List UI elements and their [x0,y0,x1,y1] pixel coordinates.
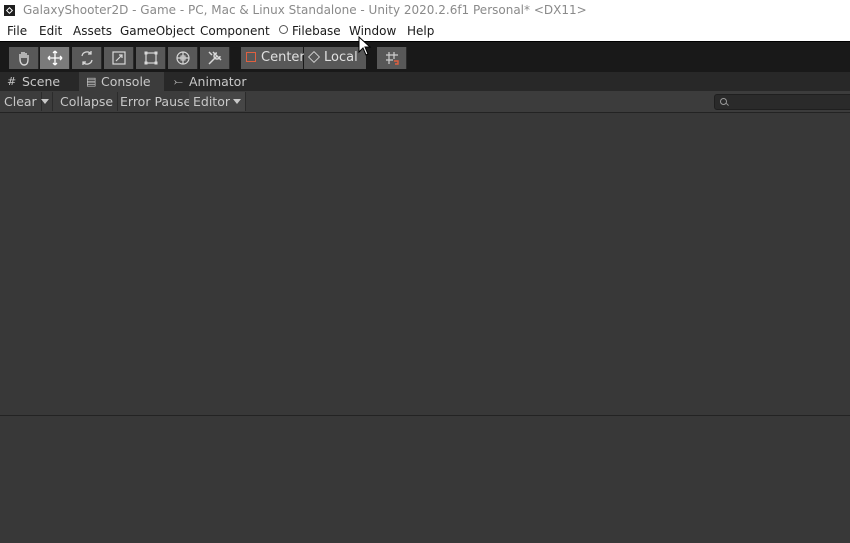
menu-help[interactable]: Help [407,24,434,38]
pivot-center-icon [246,52,256,62]
tab-animator-label: Animator [189,74,247,89]
chevron-down-icon [233,99,241,104]
chevron-down-icon [41,99,49,104]
editor-label: Editor [193,94,230,109]
menu-edit[interactable]: Edit [39,24,62,38]
move-icon [47,50,62,66]
pivot-mode-button[interactable]: Center [241,47,305,69]
clear-options-dropdown[interactable] [38,92,53,111]
console-icon: ▤ [86,75,97,88]
tab-scene-label: Scene [22,74,61,89]
main-toolbar: Center Local [0,41,850,73]
transform-tool-button[interactable] [168,47,198,69]
local-cube-icon [307,50,321,64]
console-detail-pane[interactable] [0,416,850,543]
filebase-icon [279,25,288,34]
scale-icon [111,51,126,65]
pivot-rotation-button[interactable]: Local [304,47,366,69]
editor-dropdown[interactable]: Editor [189,92,246,111]
menu-assets[interactable]: Assets [73,24,112,38]
menu-filebase[interactable]: Filebase [279,24,341,38]
search-icon [720,98,727,105]
tab-console[interactable]: ▤ Console [79,72,164,91]
menu-gameobject[interactable]: GameObject [120,24,195,38]
menu-file[interactable]: File [7,24,27,38]
hand-tool-button[interactable] [9,47,39,69]
menu-filebase-label: Filebase [292,24,341,38]
clear-button[interactable]: Clear [0,92,42,111]
collapse-label: Collapse [60,94,114,109]
window-title: GalaxyShooter2D - Game - PC, Mac & Linux… [23,3,587,17]
pivot-rotation-label: Local [324,50,358,65]
mouse-cursor-icon [358,36,372,56]
title-bar: GalaxyShooter2D - Game - PC, Mac & Linux… [0,0,850,21]
rotate-tool-button[interactable] [72,47,102,69]
custom-tool-button[interactable] [200,47,230,69]
move-tool-button[interactable] [40,47,70,69]
tab-animator[interactable]: ⤚ Animator [167,72,252,91]
collapse-button[interactable]: Collapse [56,92,119,111]
rect-transform-icon [144,51,157,65]
hand-icon [18,52,29,66]
console-log-list[interactable] [0,113,850,415]
console-search-input[interactable] [714,94,850,110]
editor-tab-bar: # Scene ▤ Console ⤚ Animator [0,72,850,91]
unity-logo-icon [4,5,15,16]
animator-icon: ⤚ [174,75,183,88]
grid-snap-button[interactable] [377,47,407,69]
console-toolbar: Clear Collapse Error Pause Editor [0,91,850,113]
tab-scene[interactable]: # Scene [0,72,75,91]
rotate-icon [80,51,93,65]
grid-snap-icon [385,52,399,65]
menu-component[interactable]: Component [200,24,270,38]
grid-icon: # [7,75,17,88]
pivot-mode-label: Center [261,50,305,65]
tab-console-label: Console [101,74,151,89]
rect-tool-button[interactable] [136,47,166,69]
menu-window[interactable]: Window [349,24,396,38]
scale-tool-button[interactable] [104,47,134,69]
menu-bar: File Edit Assets GameObject Component Fi… [0,21,850,41]
error-pause-button[interactable]: Error Pause [116,92,197,111]
transform-icon [175,51,190,65]
error-pause-label: Error Pause [120,94,192,109]
wrench-icon [207,51,222,65]
clear-label: Clear [4,94,37,109]
